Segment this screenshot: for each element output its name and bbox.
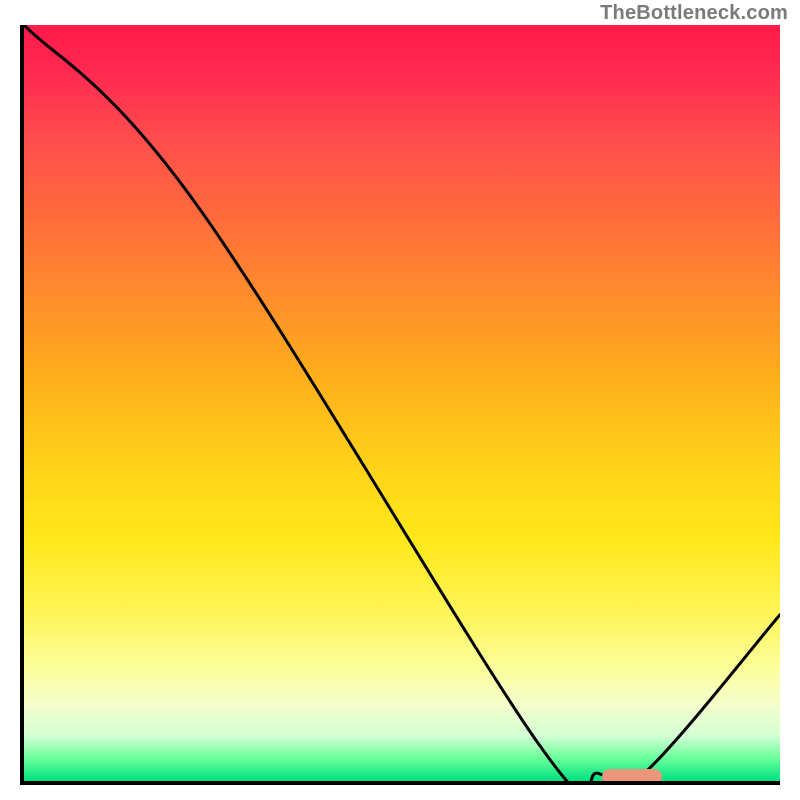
plot-area [20, 25, 780, 785]
chart-container: TheBottleneck.com [0, 0, 800, 800]
gradient-background [24, 25, 780, 781]
optimal-marker [602, 769, 663, 785]
watermark-text: TheBottleneck.com [600, 2, 788, 25]
